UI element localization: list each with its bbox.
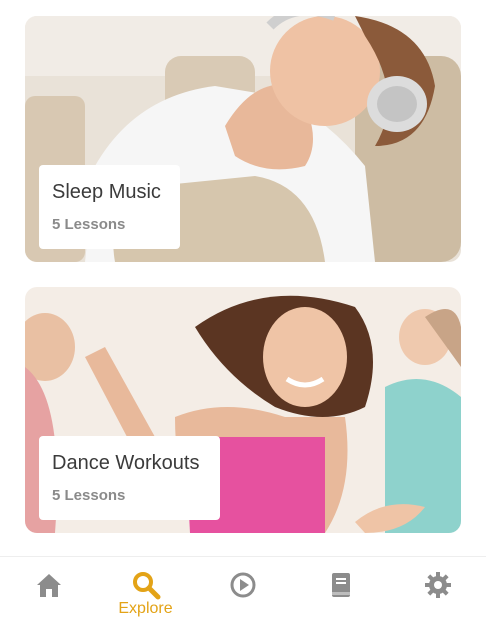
book-icon (331, 573, 350, 597)
tab-explore-label: Explore (118, 600, 173, 617)
play-circle-icon (230, 572, 255, 598)
gear-icon (424, 572, 451, 598)
tab-home[interactable] (0, 557, 97, 621)
course-card-dance-workouts[interactable]: Dance Workouts 5 Lessons (25, 287, 461, 533)
card-label: Sleep Music 5 Lessons (39, 165, 180, 249)
tab-library[interactable] (292, 557, 389, 621)
card-title: Sleep Music (52, 181, 161, 203)
card-lesson-count: 5 Lessons (52, 216, 126, 233)
tab-settings[interactable] (389, 557, 486, 621)
tab-explore[interactable]: Explore (97, 557, 194, 621)
card-label: Dance Workouts 5 Lessons (39, 436, 220, 520)
card-title: Dance Workouts (52, 452, 200, 474)
tab-play[interactable] (194, 557, 291, 621)
search-icon (132, 572, 160, 600)
bottom-tab-bar: Explore (0, 556, 486, 621)
card-lesson-count: 5 Lessons (52, 487, 126, 504)
home-icon (36, 574, 61, 597)
course-card-sleep-music[interactable]: Sleep Music 5 Lessons (25, 16, 461, 262)
